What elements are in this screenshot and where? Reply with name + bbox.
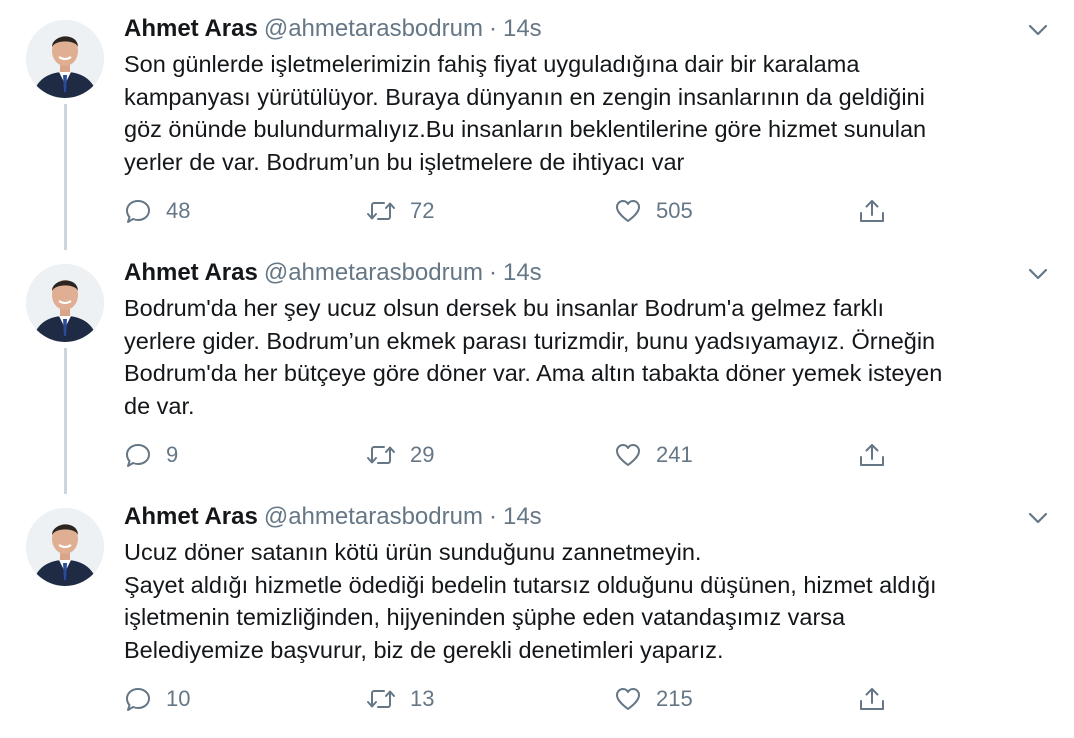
retweet-count: 29: [410, 442, 435, 467]
heart-icon: [614, 685, 642, 713]
retweet-count: 13: [410, 686, 435, 711]
like-button[interactable]: 215: [614, 682, 693, 716]
heart-icon: [614, 441, 642, 469]
avatar[interactable]: [26, 20, 104, 98]
timestamp[interactable]: 14s: [503, 503, 542, 530]
retweet-icon: [366, 685, 396, 713]
tweet-text-line: işletmenin temizliğinden, hijyeninden şü…: [124, 604, 846, 630]
avatar[interactable]: [26, 264, 104, 342]
author-name[interactable]: Ahmet Aras: [124, 503, 258, 530]
tweet-actions: 9 29 241: [124, 438, 924, 472]
tweet-actions: 48 72 505: [124, 194, 924, 228]
tweet-text-line: Son günlerde işletmelerimizin fahiş fiya…: [124, 51, 860, 77]
retweet-button[interactable]: 72: [366, 194, 434, 228]
tweet-header: Ahmet Aras @ahmetarasbodrum · 14s: [124, 14, 542, 44]
share-icon: [858, 197, 886, 225]
tweet-text: Son günlerde işletmelerimizin fahiş fiya…: [124, 48, 1054, 178]
share-button[interactable]: [858, 438, 886, 472]
reply-count: 48: [166, 198, 191, 223]
author-name[interactable]: Ahmet Aras: [124, 259, 258, 286]
reply-icon: [124, 197, 152, 225]
author-handle[interactable]: @ahmetarasbodrum: [264, 15, 483, 42]
tweet-text-line: Ucuz döner satanın kötü ürün sunduğunu z…: [124, 539, 702, 565]
tweet-text-line: yerlere gider. Bodrum’un ekmek parası tu…: [124, 327, 936, 354]
retweet-count: 72: [410, 198, 435, 223]
like-button[interactable]: 241: [614, 438, 693, 472]
separator-dot: ·: [488, 503, 497, 530]
chevron-down-icon[interactable]: [1024, 506, 1052, 530]
author-name[interactable]: Ahmet Aras: [124, 15, 258, 42]
like-count: 505: [656, 198, 693, 223]
tweet-text-line: Bodrum'da her şey ucuz olsun dersek bu i…: [124, 295, 885, 321]
tweet-actions: 10 13 215: [124, 682, 924, 716]
tweet-text: Ucuz döner satanın kötü ürün sunduğunu z…: [124, 536, 1054, 666]
avatar[interactable]: [26, 508, 104, 586]
share-button[interactable]: [858, 682, 886, 716]
reply-count: 10: [166, 686, 191, 711]
timestamp[interactable]: 14s: [503, 15, 542, 42]
tweet-header: Ahmet Aras @ahmetarasbodrum · 14s: [124, 502, 542, 532]
reply-count: 9: [166, 442, 179, 467]
heart-icon: [614, 197, 642, 225]
reply-icon: [124, 441, 152, 469]
like-button[interactable]: 505: [614, 194, 693, 228]
author-handle[interactable]: @ahmetarasbodrum: [264, 503, 483, 530]
reply-icon: [124, 685, 152, 713]
thread-connector-line: [64, 348, 67, 494]
reply-button[interactable]: 10: [124, 682, 190, 716]
author-handle[interactable]: @ahmetarasbodrum: [264, 259, 483, 286]
chevron-down-icon[interactable]: [1024, 262, 1052, 286]
tweet-text-line: Belediyemize başvurur, biz de gerekli de…: [124, 636, 724, 663]
tweet-text: Bodrum'da her şey ucuz olsun dersek bu i…: [124, 292, 1054, 422]
tweet-text-line: Şayet aldığı hizmetle ödediği bedelin tu…: [124, 571, 937, 598]
retweet-icon: [366, 441, 396, 469]
share-button[interactable]: [858, 194, 886, 228]
retweet-icon: [366, 197, 396, 225]
share-icon: [858, 685, 886, 713]
like-count: 241: [656, 442, 693, 467]
reply-button[interactable]: 9: [124, 438, 178, 472]
separator-dot: ·: [488, 15, 497, 42]
tweet-text-line: Bodrum'da her bütçeye göre döner var. Am…: [124, 360, 943, 386]
retweet-button[interactable]: 29: [366, 438, 434, 472]
share-icon: [858, 441, 886, 469]
tweet-text-line: de var.: [124, 392, 195, 419]
tweet-header: Ahmet Aras @ahmetarasbodrum · 14s: [124, 258, 542, 288]
separator-dot: ·: [488, 259, 497, 286]
tweet-text-line: kampanyası yürütülüyor. Buraya dünyanın …: [124, 83, 925, 110]
chevron-down-icon[interactable]: [1024, 18, 1052, 42]
tweet-text-line: yerler de var. Bodrum’un bu işletmelere …: [124, 148, 685, 175]
reply-button[interactable]: 48: [124, 194, 190, 228]
tweet-text-line: göz önünde bulundurmalıyız.Bu insanların…: [124, 116, 927, 142]
retweet-button[interactable]: 13: [366, 682, 434, 716]
thread-connector-line: [64, 104, 67, 250]
like-count: 215: [656, 686, 693, 711]
timestamp[interactable]: 14s: [503, 259, 542, 286]
